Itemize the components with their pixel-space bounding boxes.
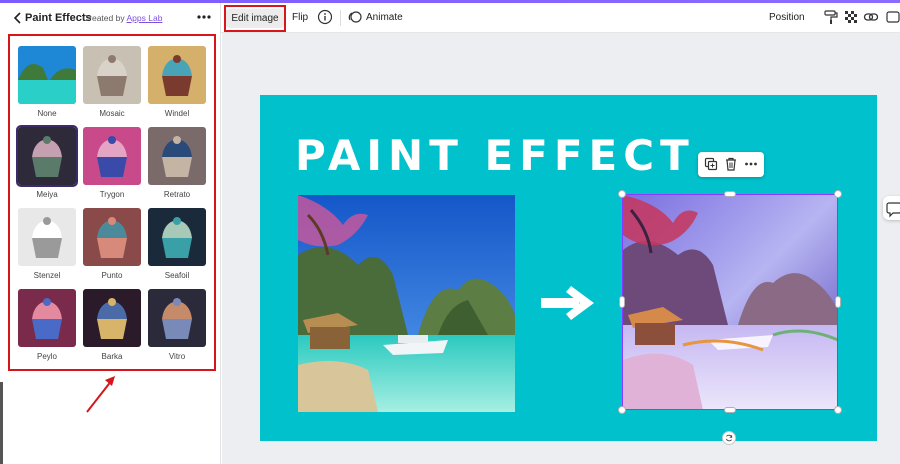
more-options-icon[interactable] [195,10,213,24]
comment-add-icon [886,202,900,218]
toolbar-divider [340,10,341,26]
painted-photo[interactable] [623,195,838,410]
effect-label: Seafoil [164,271,190,280]
resize-handle-left[interactable] [619,296,625,308]
image-toolbar: Edit image Flip Animate Position [221,3,900,33]
transparency-icon[interactable] [843,9,859,25]
panel-header: Paint Effects Created by Apps Lab [0,3,221,33]
resize-handle-bottom-left[interactable] [618,406,626,414]
design-title[interactable]: PAINT EFFECT [295,131,695,180]
floating-toolbar [698,152,764,177]
resize-handle-bottom-right[interactable] [834,406,842,414]
resize-handle-top-right[interactable] [834,190,842,198]
panel-title: Paint Effects [25,12,92,24]
effect-thumb-seafoil[interactable] [148,208,206,266]
effect-thumb-windel[interactable] [148,46,206,104]
resize-handle-right[interactable] [835,296,841,308]
animate-icon[interactable] [348,10,362,24]
position-button[interactable]: Position [769,12,805,23]
resize-handle-bottom[interactable] [724,407,736,413]
link-icon[interactable] [863,9,879,25]
creator-link[interactable]: Apps Lab [127,13,163,23]
original-photo[interactable] [298,195,515,412]
effect-thumb-retrato[interactable] [148,127,206,185]
effect-thumb-peylo[interactable] [18,289,76,347]
flip-button[interactable]: Flip [292,12,308,23]
duplicate-icon[interactable] [704,157,718,171]
effect-label: Stenzel [33,271,61,280]
effect-label: Peylo [36,352,57,361]
trash-icon[interactable] [724,157,738,171]
edit-image-button[interactable]: Edit image [224,5,286,32]
window-edge [0,382,3,464]
effect-label: Meiya [36,190,58,199]
rotate-icon[interactable] [722,431,736,445]
created-by-prefix: Created by [83,13,125,23]
effect-thumb-meiya[interactable] [16,125,78,187]
effect-label: Retrato [163,190,191,199]
resize-handle-top[interactable] [724,191,736,197]
arrow-right-icon [541,286,594,320]
paint-roller-icon[interactable] [823,9,839,25]
effect-label: Punto [101,271,123,280]
edit-image-label: Edit image [226,9,284,28]
effect-thumb-trygon[interactable] [83,127,141,185]
effect-label: Vitro [168,352,186,361]
info-icon[interactable] [317,9,333,25]
resize-handle-top-left[interactable] [618,190,626,198]
effect-label: Trygon [99,190,125,199]
effect-label: Barka [101,352,123,361]
created-by: Created by Apps Lab [83,13,162,23]
effect-label: None [37,109,57,118]
chevron-left-icon[interactable] [13,12,23,24]
effect-label: Mosaic [99,109,125,118]
animate-button[interactable]: Animate [366,12,403,23]
more-icon[interactable] [744,157,758,171]
effect-thumb-vitro[interactable] [148,289,206,347]
effect-thumb-mosaic[interactable] [83,46,141,104]
effect-thumb-stenzel[interactable] [18,208,76,266]
more-tools-icon[interactable] [885,9,900,25]
comment-button[interactable] [883,196,900,220]
effect-label: Windel [164,109,190,118]
effect-thumb-barka[interactable] [83,289,141,347]
effect-thumb-punto[interactable] [83,208,141,266]
effect-thumb-none[interactable] [18,46,76,104]
